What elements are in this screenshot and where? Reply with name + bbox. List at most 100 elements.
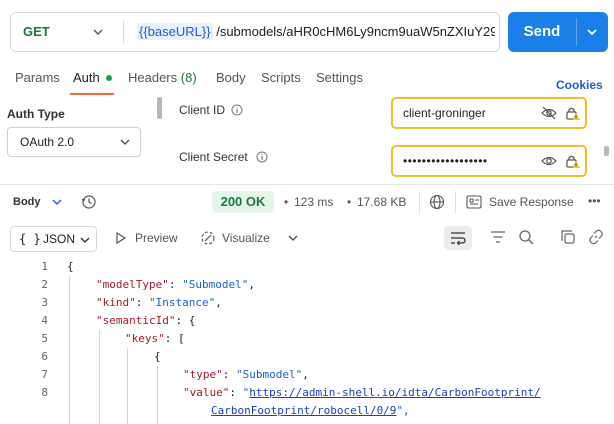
status-dot [106,75,112,81]
search-icon[interactable] [518,229,534,245]
method-select[interactable]: GET [23,13,50,51]
tab-scripts[interactable]: Scripts [261,70,301,90]
code-key: "type" [183,368,223,381]
wrap-lines-button[interactable] [444,226,472,250]
code-line: "value": "https://admin-shell.io/idta/Ca… [183,386,541,399]
code-string: "Instance" [149,296,216,309]
chevron-down-icon[interactable] [93,27,103,37]
code-line: "kind": "Instance", [96,296,222,309]
play-icon[interactable] [115,232,127,244]
eye-icon[interactable] [541,154,557,168]
code-line: "keys": [ [125,332,185,345]
code-key: "value" [183,386,230,399]
line-number: 5 [41,332,48,345]
tab-settings[interactable]: Settings [316,70,363,90]
send-label: Send [523,23,561,40]
code-key: "semanticId" [96,314,176,327]
chevron-down-icon [120,139,130,145]
code-line: CarbonFootprint/robocell/0/9", [211,404,410,417]
line-number: 3 [41,296,48,309]
indent-guide [69,276,70,424]
auth-type-label: Auth Type [7,107,65,121]
tab-headers[interactable]: Headers (8) [128,70,197,90]
response-time: 123 ms [294,195,334,209]
tab-body[interactable]: Body [216,70,246,90]
filter-icon[interactable] [490,230,506,244]
code-string: "Submodel" [182,278,249,291]
client-id-value: client-groninger [403,106,486,120]
format-label: JSON [43,232,76,246]
chevron-down-icon[interactable] [586,27,598,37]
code-key: "keys" [125,332,165,345]
code-line: "semanticId": { [96,314,196,327]
client-secret-field[interactable]: •••••••••••••••••• [391,145,587,177]
preview-button[interactable]: Preview [135,231,178,245]
link-icon[interactable] [588,229,604,245]
code-key: "modelType" [96,278,169,291]
status-badge: 200 OK [212,191,274,213]
line-number: 1 [41,260,48,273]
chevron-down-icon[interactable] [288,233,298,243]
copy-icon[interactable] [560,229,576,245]
wrap-icon [451,232,466,245]
save-response-button[interactable]: Save Response [489,195,574,209]
line-number: 2 [41,278,48,291]
scrollbar-thumb[interactable] [157,97,162,119]
tab-params[interactable]: Params [15,70,60,90]
eye-off-icon[interactable] [541,106,557,120]
divider [0,184,614,185]
code-line: { [67,260,74,273]
auth-type-value: OAuth 2.0 [20,135,75,149]
scrollbar-thumb[interactable] [604,146,609,156]
history-icon[interactable] [81,194,97,210]
code-link[interactable]: https://admin-shell.io/idta/CarbonFootpr… [249,386,540,399]
info-icon[interactable] [231,104,243,116]
separator-dot: • [284,195,289,209]
divider [419,191,420,213]
lock-warning-icon [566,107,580,120]
active-tab-indicator [70,93,114,95]
code-string: ", [396,404,410,417]
send-button[interactable]: Send [508,12,608,52]
client-secret-label: Client Secret [179,150,248,164]
response-body-label[interactable]: Body [13,196,41,208]
url-input[interactable]: {{baseURL}} /submodels/aHR0cHM6Ly9ncm9ua… [137,13,495,51]
indent-guide [127,348,128,424]
separator-dot: • [347,195,352,209]
chevron-down-icon [80,237,90,243]
line-number: 6 [41,350,48,363]
more-options-icon[interactable]: ••• [588,194,601,208]
code-link[interactable]: CarbonFootprint/robocell/0/9 [211,404,396,417]
save-icon[interactable] [466,195,482,209]
client-secret-value: •••••••••••••••••• [403,154,488,168]
visualize-icon[interactable] [199,229,217,247]
line-number: 8 [41,386,48,399]
response-size: 17.68 KB [357,195,407,209]
chevron-down-icon[interactable] [52,197,62,207]
info-icon[interactable] [256,151,268,163]
lock-warning-icon [566,155,580,168]
client-id-field[interactable]: client-groninger [391,97,587,129]
line-number: 4 [41,314,48,327]
format-select[interactable]: { } JSON [10,226,97,252]
divider [455,191,456,213]
braces-icon: { } [19,232,41,246]
client-id-label: Client ID [179,103,226,117]
headers-count: (8) [180,70,197,85]
url-variable: {{baseURL}} [137,23,213,40]
tab-headers-label: Headers [128,70,178,85]
url-path: /submodels/aHR0cHM6Ly9ncm9uaW5nZXIuY29… [216,24,495,39]
globe-icon[interactable] [429,194,445,210]
code-token: { [67,260,74,273]
indent-guide [99,330,100,424]
indent-guide [157,366,158,424]
code-string: "Submodel" [236,368,303,381]
tab-auth[interactable]: Auth [73,70,100,90]
divider [123,21,124,43]
request-bar: GET {{baseURL}} /submodels/aHR0cHM6Ly9nc… [10,12,500,52]
cookies-link[interactable]: Cookies [556,78,603,92]
code-key: "kind" [96,296,136,309]
auth-type-select[interactable]: OAuth 2.0 [7,127,141,157]
code-line: { [154,350,161,363]
visualize-button[interactable]: Visualize [222,231,270,245]
